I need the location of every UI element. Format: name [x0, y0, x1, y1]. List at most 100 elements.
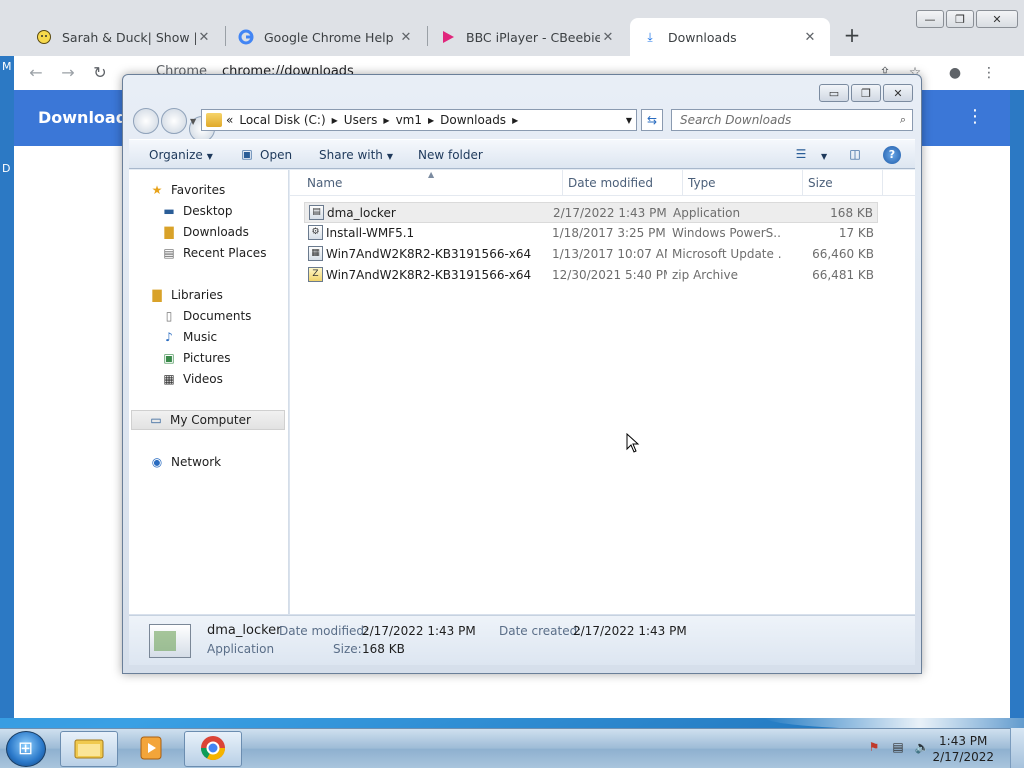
chevron-right-icon[interactable]: ▶ [512, 116, 518, 125]
new-folder-button[interactable]: New folder [418, 148, 483, 162]
duck-icon [36, 29, 52, 45]
breadcrumb-users[interactable]: Users [344, 113, 378, 127]
show-desktop-button[interactable] [1010, 728, 1024, 768]
chevron-down-icon[interactable]: ▼ [626, 116, 632, 125]
help-icon[interactable]: ? [883, 146, 901, 164]
file-date: 2/17/2022 1:43 PM [553, 206, 667, 220]
file-row[interactable]: ⚙ Install-WMF5.1 1/18/2017 3:25 PM Windo… [304, 223, 878, 244]
open-button[interactable]: Open [260, 148, 292, 162]
taskbar-explorer[interactable] [60, 731, 118, 767]
nav-documents[interactable]: ▯ Documents [161, 306, 252, 326]
nav-favorites[interactable]: ★ Favorites [149, 180, 226, 200]
nav-music[interactable]: ♪ Music [161, 327, 217, 347]
more-icon[interactable]: ⋮ [966, 106, 984, 127]
nav-label: Desktop [183, 204, 233, 218]
pictures-icon: ▣ [163, 351, 175, 365]
maximize-icon[interactable]: ❐ [851, 84, 881, 102]
nav-network[interactable]: ◉ Network [149, 452, 221, 472]
file-type: Windows PowerS... [672, 226, 782, 240]
nav-label: Music [183, 330, 218, 344]
breadcrumb-vm1[interactable]: vm1 [396, 113, 422, 127]
close-icon[interactable]: ✕ [976, 10, 1018, 28]
file-row[interactable]: ▦ Win7AndW2K8R2-KB3191566-x64 1/13/2017 … [304, 244, 878, 265]
reload-icon[interactable]: ↻ [90, 63, 110, 83]
libraries-icon: ▇ [152, 288, 162, 302]
close-icon[interactable]: ✕ [600, 30, 616, 45]
column-divider[interactable] [562, 170, 563, 196]
system-clock[interactable]: 1:43 PM 2/17/2022 [932, 733, 994, 765]
tab-chrome-help[interactable]: Google Chrome Help ✕ [226, 18, 426, 56]
details-date-created: 2/17/2022 1:43 PM [573, 624, 687, 638]
search-input[interactable]: Search Downloads ⌕ [671, 109, 913, 131]
file-row[interactable]: Z Win7AndW2K8R2-KB3191566-x64 12/30/2021… [304, 265, 878, 286]
column-size[interactable]: Size [808, 176, 833, 190]
chrome-window-controls: — ❐ ✕ [916, 10, 1020, 28]
organize-button[interactable]: Organize ▼ [149, 148, 213, 162]
share-with-button[interactable]: Share with ▼ [319, 148, 393, 162]
file-date: 1/13/2017 10:07 AM [552, 247, 667, 261]
nav-label: My Computer [170, 413, 251, 427]
view-options-icon[interactable]: ☰ [793, 147, 809, 163]
chevron-right-icon[interactable]: ▶ [332, 116, 338, 125]
sort-arrow-icon: ▲ [428, 170, 435, 179]
forward-icon[interactable]: → [58, 63, 78, 83]
action-center-icon[interactable]: ⚑ [866, 740, 882, 756]
nav-label: Documents [183, 309, 252, 323]
nav-recent-places[interactable]: ▤ Recent Places [161, 243, 266, 263]
column-type[interactable]: Type [688, 176, 716, 190]
preview-pane-icon[interactable]: ◫ [847, 147, 863, 163]
nav-pictures[interactable]: ▣ Pictures [161, 348, 230, 368]
column-date-modified[interactable]: Date modified [568, 176, 653, 190]
new-tab-button[interactable]: + [842, 25, 862, 45]
application-icon: ▤ [309, 205, 324, 220]
chevron-right-icon[interactable]: ▶ [383, 116, 389, 125]
forward-button[interactable] [161, 108, 187, 134]
nav-libraries[interactable]: ▇ Libraries [149, 285, 222, 305]
details-date-created-label: Date created: [499, 624, 582, 638]
folder-icon [74, 736, 104, 763]
nav-desktop[interactable]: ▬ Desktop [161, 201, 233, 221]
tab-sarah-duck[interactable]: Sarah & Duck| Show |CBe ✕ [24, 18, 224, 56]
minimize-icon[interactable]: — [916, 10, 944, 28]
file-row[interactable]: ▤ dma_locker 2/17/2022 1:43 PM Applicati… [304, 202, 878, 223]
profile-icon[interactable]: ● [944, 62, 966, 84]
breadcrumb-local-disk[interactable]: Local Disk (C:) [239, 113, 325, 127]
refresh-button[interactable]: ⇆ [641, 109, 663, 131]
tab-downloads[interactable]: ⤓ Downloads ✕ [630, 18, 830, 56]
search-icon[interactable]: ⌕ [900, 113, 906, 127]
network-icon: ◉ [151, 455, 163, 469]
volume-icon[interactable]: 🔈 [914, 740, 930, 756]
back-icon[interactable]: ← [26, 63, 46, 83]
nav-label: Network [171, 455, 222, 469]
start-button[interactable] [6, 731, 46, 767]
chevron-right-icon[interactable]: ▶ [428, 116, 434, 125]
column-header-row: ▲ Name Date modified Type Size [290, 170, 915, 196]
column-divider[interactable] [682, 170, 683, 196]
tab-title: Sarah & Duck| Show |CBe [62, 29, 196, 45]
computer-icon: ▭ [150, 413, 162, 427]
breadcrumb-prefix[interactable]: « [226, 113, 233, 127]
column-name[interactable]: Name [307, 176, 342, 190]
close-icon[interactable]: ✕ [398, 30, 414, 45]
close-icon[interactable]: ✕ [802, 30, 818, 45]
minimize-icon[interactable]: ▭ [819, 84, 849, 102]
nav-my-computer[interactable]: ▭ My Computer [131, 410, 285, 430]
close-icon[interactable]: ✕ [883, 84, 913, 102]
close-icon[interactable]: ✕ [196, 30, 212, 45]
menu-icon[interactable]: ⋮ [978, 62, 1000, 84]
network-tray-icon[interactable]: ▤ [890, 740, 906, 756]
tab-bbc-iplayer[interactable]: BBC iPlayer - CBeebies Gu ✕ [428, 18, 628, 56]
column-divider[interactable] [802, 170, 803, 196]
column-divider[interactable] [882, 170, 883, 196]
back-button[interactable] [133, 108, 159, 134]
breadcrumb-downloads[interactable]: Downloads [440, 113, 506, 127]
tab-title: Google Chrome Help [264, 29, 394, 45]
maximize-icon[interactable]: ❐ [946, 10, 974, 28]
address-bar[interactable]: « Local Disk (C:) ▶ Users ▶ vm1 ▶ Downlo… [201, 109, 637, 131]
taskbar-media-player[interactable] [122, 731, 180, 767]
nav-downloads[interactable]: ▇ Downloads [161, 222, 249, 242]
nav-label: Recent Places [183, 246, 267, 260]
view-dropdown[interactable]: ▼ [817, 148, 827, 162]
nav-videos[interactable]: ▦ Videos [161, 369, 223, 389]
taskbar-chrome[interactable] [184, 731, 242, 767]
